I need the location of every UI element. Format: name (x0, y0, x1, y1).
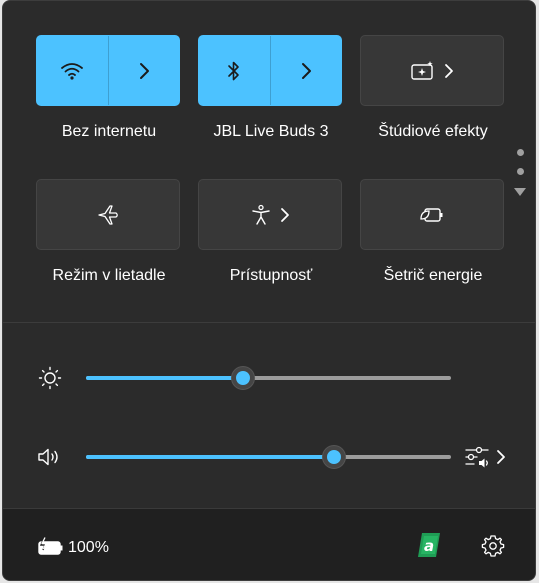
speaker-icon[interactable] (36, 446, 64, 468)
audio-output-button[interactable] (464, 444, 506, 470)
chevron-right-icon (300, 62, 312, 80)
volume-slider-thumb[interactable] (322, 445, 347, 469)
airplane-icon (96, 204, 120, 226)
brightness-icon (38, 366, 62, 390)
airplane-mode-tile[interactable] (36, 179, 180, 250)
app-tray-icon[interactable]: a (416, 532, 442, 558)
audio-output-icon (464, 444, 492, 470)
accessibility-tile-label: Prístupnosť (229, 267, 313, 284)
page-down-arrow-icon[interactable] (513, 187, 527, 197)
wifi-more-button[interactable] (109, 36, 180, 105)
chevron-right-icon (496, 449, 506, 465)
studio-effects-icon (410, 60, 436, 82)
battery-percentage: 100% (68, 539, 109, 556)
bluetooth-toggle-button[interactable] (199, 36, 270, 105)
quick-settings-panel: Bez internetu JBL Live Buds 3 Štúdiové e… (2, 0, 536, 581)
section-divider (3, 322, 535, 323)
quick-settings-footer: 100% a (3, 508, 535, 580)
accessibility-tile[interactable] (198, 179, 342, 250)
bluetooth-tile-label: JBL Live Buds 3 (213, 123, 329, 140)
battery-charging-icon (37, 537, 65, 557)
brightness-slider-track[interactable] (86, 366, 451, 390)
bluetooth-more-button[interactable] (271, 36, 342, 105)
wifi-tile-label: Bez internetu (61, 123, 157, 140)
bluetooth-tile[interactable] (198, 35, 342, 106)
wifi-toggle-button[interactable] (37, 36, 108, 105)
brightness-slider-fill (86, 376, 243, 380)
settings-gear-icon[interactable] (481, 534, 505, 558)
chevron-right-icon (444, 63, 454, 79)
energy-saver-icon (419, 205, 445, 225)
energy-saver-tile[interactable] (360, 179, 504, 250)
wifi-tile[interactable] (36, 35, 180, 106)
brightness-slider-row (33, 363, 513, 393)
volume-slider-track[interactable] (86, 445, 451, 469)
volume-slider-fill (86, 455, 335, 459)
airplane-mode-tile-label: Režim v lietadle (52, 267, 166, 284)
page-dot-1[interactable] (517, 149, 524, 156)
volume-slider-row (33, 442, 513, 472)
svg-text:a: a (424, 537, 434, 555)
chevron-right-icon (280, 207, 290, 223)
page-dot-2[interactable] (517, 168, 524, 175)
brightness-slider-thumb[interactable] (230, 366, 255, 390)
accessibility-icon (250, 204, 272, 226)
wifi-icon (61, 62, 84, 80)
quick-settings-tiles: Bez internetu JBL Live Buds 3 Štúdiové e… (3, 1, 535, 321)
chevron-right-icon (138, 62, 150, 80)
studio-effects-tile-label: Štúdiové efekty (378, 123, 488, 140)
energy-saver-tile-label: Šetrič energie (383, 267, 483, 284)
studio-effects-tile[interactable] (360, 35, 504, 106)
bluetooth-icon (227, 60, 241, 82)
